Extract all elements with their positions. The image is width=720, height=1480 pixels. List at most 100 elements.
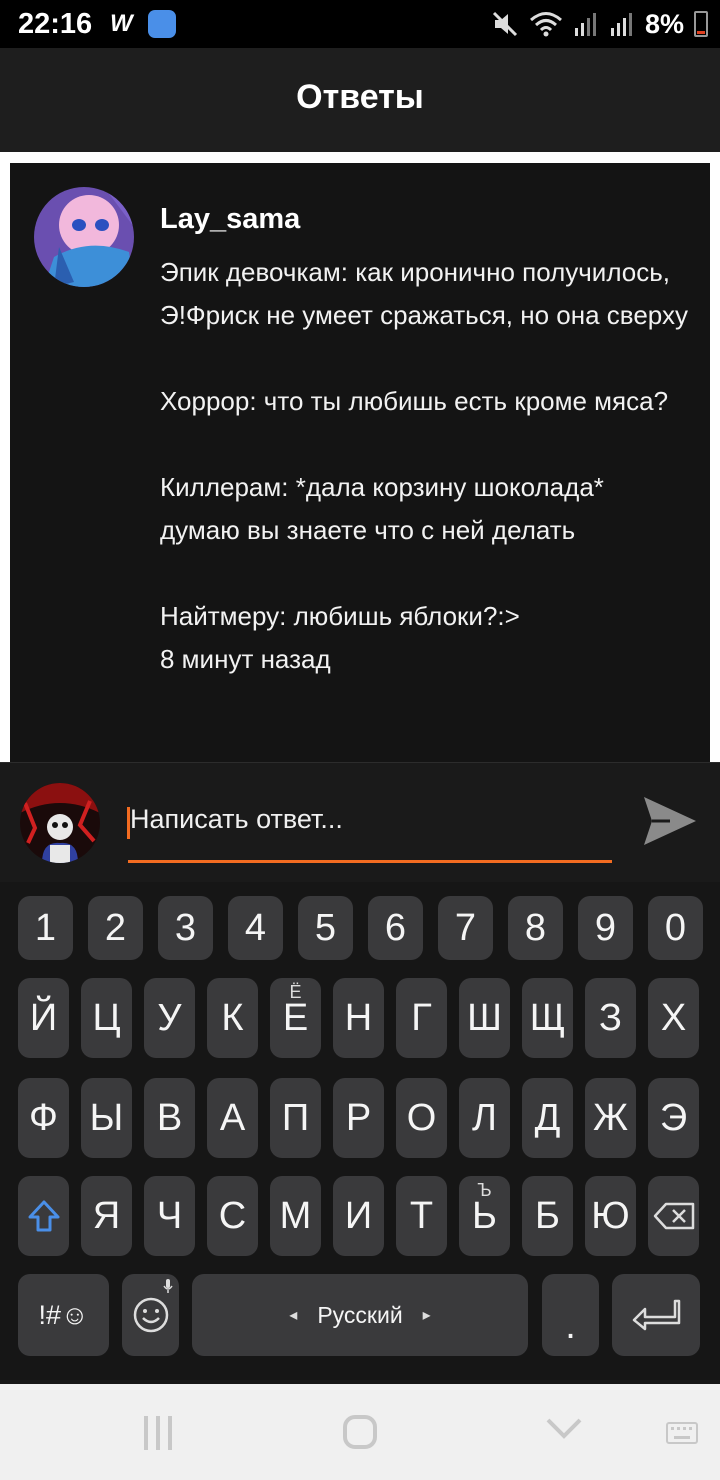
reply-input[interactable] (128, 799, 612, 863)
key-letter[interactable]: В (144, 1078, 195, 1158)
key-5[interactable]: 5 (298, 896, 353, 960)
key-label: Д (534, 1096, 561, 1139)
key-8[interactable]: 8 (508, 896, 563, 960)
emoji-icon (133, 1297, 168, 1333)
key-letter[interactable]: И (333, 1176, 384, 1256)
key-letter[interactable]: Ю (585, 1176, 636, 1256)
key-letter[interactable]: Б (522, 1176, 573, 1256)
home-icon[interactable] (343, 1415, 377, 1449)
key-letter[interactable]: М (270, 1176, 321, 1256)
key-letter[interactable]: П (270, 1078, 321, 1158)
key-letter[interactable]: Д (522, 1078, 573, 1158)
key-letter[interactable]: Я (81, 1176, 132, 1256)
signal-icon (574, 13, 596, 36)
key-label: Р (345, 1096, 372, 1139)
key-label: 0 (664, 906, 687, 949)
key-label: 4 (244, 906, 267, 949)
key-letter[interactable]: ЪЬ (459, 1176, 510, 1256)
key-label: Э (659, 1096, 688, 1139)
key-label: В (156, 1096, 183, 1139)
key-label: Л (472, 1096, 497, 1139)
period-key[interactable]: . (542, 1274, 599, 1356)
key-letter[interactable]: С (207, 1176, 258, 1256)
key-label: Ж (592, 1096, 629, 1139)
system-nav-bar (0, 1384, 720, 1480)
key-letter[interactable]: Ч (144, 1176, 195, 1256)
key-label: 6 (384, 906, 407, 949)
key-letter[interactable]: Т (396, 1176, 447, 1256)
enter-icon (632, 1299, 681, 1331)
app-header: Ответы (0, 48, 720, 152)
key-label: Г (411, 996, 432, 1039)
key-7[interactable]: 7 (438, 896, 493, 960)
key-label: Т (409, 1194, 434, 1237)
key-letter[interactable]: Х (648, 978, 699, 1058)
key-label: Ф (29, 1096, 58, 1139)
key-letter[interactable]: Ш (459, 978, 510, 1058)
key-label: Щ (529, 996, 566, 1039)
symbols-key[interactable]: !#☺ (18, 1274, 109, 1356)
key-letter[interactable]: Р (333, 1078, 384, 1158)
space-key[interactable]: ◂ Русский ▸ (192, 1274, 528, 1356)
key-1[interactable]: 1 (18, 896, 73, 960)
key-letter[interactable]: Г (396, 978, 447, 1058)
key-4[interactable]: 4 (228, 896, 283, 960)
status-time: 22:16 (18, 8, 93, 40)
keyboard-icon[interactable] (666, 1422, 698, 1444)
key-letter[interactable]: У (144, 978, 195, 1058)
comment-timestamp: 8 минут назад (160, 644, 331, 674)
backspace-icon (653, 1202, 694, 1230)
signal-icon (610, 13, 632, 36)
language-next-icon: ▸ (422, 1307, 431, 1324)
key-label: 2 (104, 906, 127, 949)
key-label: З (599, 996, 622, 1039)
key-letter[interactable]: Э (648, 1078, 699, 1158)
key-6[interactable]: 6 (368, 896, 423, 960)
comment-author[interactable]: Lay_sama (160, 203, 300, 236)
key-letter[interactable]: ЁЕ (270, 978, 321, 1058)
key-letter[interactable]: Ф (18, 1078, 69, 1158)
status-bar: 22:16 W 8% (0, 0, 720, 48)
key-label: Я (92, 1194, 121, 1237)
key-label: Н (344, 996, 373, 1039)
key-letter[interactable]: Щ (522, 978, 573, 1058)
recents-icon[interactable] (144, 1416, 178, 1450)
key-label: 7 (454, 906, 477, 949)
key-label: 1 (34, 906, 57, 949)
back-icon[interactable] (544, 1414, 584, 1444)
text-caret (127, 807, 130, 839)
backspace-key[interactable] (648, 1176, 699, 1256)
key-label: К (221, 996, 244, 1039)
rocket-app-icon (148, 10, 176, 38)
key-letter[interactable]: Н (333, 978, 384, 1058)
key-label: М (279, 1194, 312, 1237)
key-letter[interactable]: Й (18, 978, 69, 1058)
keyboard: 1 2 3 4 5 6 7 8 9 0 Й Ц У К ЁЕ Н Г Ш Щ З… (0, 882, 720, 1384)
key-letter[interactable]: К (207, 978, 258, 1058)
key-letter[interactable]: О (396, 1078, 447, 1158)
enter-key[interactable] (612, 1274, 700, 1356)
key-label: !#☺ (38, 1299, 89, 1330)
avatar[interactable] (20, 783, 100, 863)
emoji-key[interactable] (122, 1274, 179, 1356)
shift-key[interactable] (18, 1176, 69, 1256)
key-letter[interactable]: А (207, 1078, 258, 1158)
avatar[interactable] (34, 187, 134, 287)
key-letter[interactable]: З (585, 978, 636, 1058)
key-letter[interactable]: Ы (81, 1078, 132, 1158)
key-label: Ц (92, 996, 121, 1039)
key-label: П (281, 1096, 310, 1139)
key-9[interactable]: 9 (578, 896, 633, 960)
shift-icon (28, 1200, 59, 1232)
key-label: 8 (524, 906, 547, 949)
send-icon[interactable] (640, 793, 700, 849)
key-3[interactable]: 3 (158, 896, 213, 960)
key-letter[interactable]: Ц (81, 978, 132, 1058)
key-2[interactable]: 2 (88, 896, 143, 960)
comment-body: Эпик девочкам: как иронично получилось, … (160, 251, 690, 681)
key-label: 5 (314, 906, 337, 949)
key-letter[interactable]: Ж (585, 1078, 636, 1158)
key-0[interactable]: 0 (648, 896, 703, 960)
mic-icon (163, 1279, 173, 1293)
key-letter[interactable]: Л (459, 1078, 510, 1158)
